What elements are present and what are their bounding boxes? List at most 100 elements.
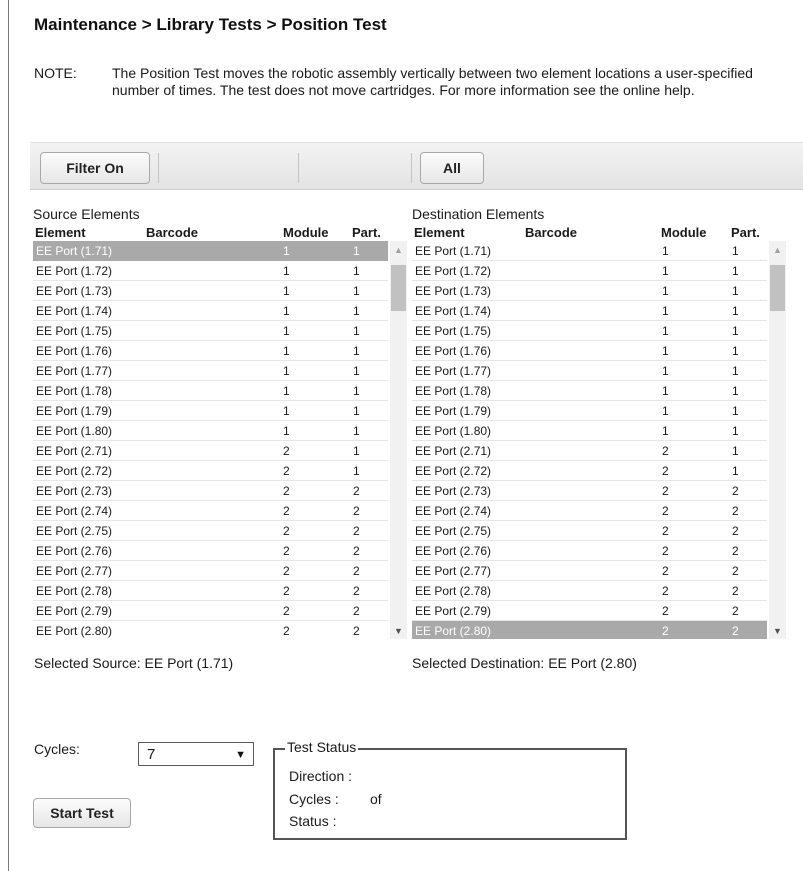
module-cell: 1: [662, 244, 669, 258]
element-cell: EE Port (2.78): [36, 584, 113, 598]
scroll-up-icon[interactable]: ▲: [769, 241, 786, 258]
table-row[interactable]: EE Port (1.75) 1 1: [412, 321, 767, 341]
part-cell: 1: [732, 384, 739, 398]
filter-on-button[interactable]: Filter On: [40, 152, 150, 184]
element-cell: EE Port (2.71): [36, 444, 113, 458]
table-row[interactable]: EE Port (2.71) 2 1: [33, 441, 388, 461]
scroll-down-icon[interactable]: ▼: [769, 622, 786, 639]
table-row[interactable]: EE Port (1.72) 1 1: [412, 261, 767, 281]
scroll-down-icon[interactable]: ▼: [390, 622, 407, 639]
table-row[interactable]: EE Port (2.77) 2 2: [33, 561, 388, 581]
table-row[interactable]: EE Port (1.78) 1 1: [33, 381, 388, 401]
module-cell: 1: [662, 424, 669, 438]
start-test-button[interactable]: Start Test: [33, 798, 131, 828]
module-cell: 2: [283, 464, 290, 478]
module-cell: 2: [662, 604, 669, 618]
table-row[interactable]: EE Port (2.72) 2 1: [33, 461, 388, 481]
table-row[interactable]: EE Port (1.71) 1 1: [412, 241, 767, 261]
table-row[interactable]: EE Port (1.78) 1 1: [412, 381, 767, 401]
element-cell: EE Port (2.77): [36, 564, 113, 578]
module-cell: 2: [283, 604, 290, 618]
module-cell: 2: [662, 504, 669, 518]
module-cell: 2: [662, 624, 669, 638]
source-scrollbar[interactable]: ▲ ▼: [390, 241, 407, 639]
table-row[interactable]: EE Port (2.76) 2 2: [412, 541, 767, 561]
table-row[interactable]: EE Port (1.76) 1 1: [33, 341, 388, 361]
table-row[interactable]: EE Port (2.74) 2 2: [33, 501, 388, 521]
source-col-barcode[interactable]: Barcode: [146, 225, 198, 240]
part-cell: 2: [353, 524, 360, 538]
part-cell: 2: [732, 544, 739, 558]
destination-col-barcode[interactable]: Barcode: [525, 225, 577, 240]
direction-label: Direction :: [289, 768, 353, 784]
module-cell: 2: [662, 444, 669, 458]
status-cycles-label: Cycles :: [289, 791, 339, 807]
table-row[interactable]: EE Port (1.79) 1 1: [412, 401, 767, 421]
table-row[interactable]: EE Port (1.75) 1 1: [33, 321, 388, 341]
table-row[interactable]: EE Port (2.78) 2 2: [33, 581, 388, 601]
element-cell: EE Port (1.74): [415, 304, 492, 318]
table-row[interactable]: EE Port (2.79) 2 2: [33, 601, 388, 621]
source-elements-list[interactable]: EE Port (1.71) 1 1 EE Port (1.72) 1 1 EE Port …: [33, 241, 407, 639]
table-row[interactable]: EE Port (2.73) 2 2: [412, 481, 767, 501]
table-row[interactable]: EE Port (2.75) 2 2: [33, 521, 388, 541]
part-cell: 1: [732, 304, 739, 318]
table-row[interactable]: EE Port (1.71) 1 1: [33, 241, 388, 261]
destination-col-module[interactable]: Module: [661, 225, 707, 240]
table-row[interactable]: EE Port (2.72) 2 1: [412, 461, 767, 481]
table-row[interactable]: EE Port (1.77) 1 1: [412, 361, 767, 381]
table-row[interactable]: EE Port (2.75) 2 2: [412, 521, 767, 541]
destination-col-part[interactable]: Part.: [731, 225, 760, 240]
table-row[interactable]: EE Port (1.73) 1 1: [412, 281, 767, 301]
part-cell: 2: [732, 504, 739, 518]
all-button[interactable]: All: [420, 152, 484, 184]
scroll-thumb[interactable]: [770, 265, 785, 311]
table-row[interactable]: EE Port (1.80) 1 1: [33, 421, 388, 441]
table-row[interactable]: EE Port (1.74) 1 1: [33, 301, 388, 321]
table-row[interactable]: EE Port (1.73) 1 1: [33, 281, 388, 301]
element-cell: EE Port (1.72): [415, 264, 492, 278]
element-cell: EE Port (2.71): [415, 444, 492, 458]
source-col-element[interactable]: Element: [35, 225, 86, 240]
table-row[interactable]: EE Port (2.73) 2 2: [33, 481, 388, 501]
table-row[interactable]: EE Port (1.74) 1 1: [412, 301, 767, 321]
table-row[interactable]: EE Port (1.77) 1 1: [33, 361, 388, 381]
toolbar-separator: [298, 153, 299, 183]
element-cell: EE Port (2.74): [415, 504, 492, 518]
source-col-part[interactable]: Part.: [352, 225, 381, 240]
element-cell: EE Port (2.79): [415, 604, 492, 618]
scroll-up-icon[interactable]: ▲: [390, 241, 407, 258]
element-cell: EE Port (2.80): [415, 624, 492, 638]
part-cell: 1: [353, 304, 360, 318]
table-row[interactable]: EE Port (1.80) 1 1: [412, 421, 767, 441]
table-row[interactable]: EE Port (1.72) 1 1: [33, 261, 388, 281]
table-row[interactable]: EE Port (1.76) 1 1: [412, 341, 767, 361]
table-row[interactable]: EE Port (2.80) 2 2: [33, 621, 388, 639]
source-elements-title: Source Elements: [33, 206, 140, 222]
table-row[interactable]: EE Port (2.74) 2 2: [412, 501, 767, 521]
part-cell: 2: [353, 504, 360, 518]
destination-scrollbar[interactable]: ▲ ▼: [769, 241, 786, 639]
test-status-legend: Test Status: [285, 739, 359, 755]
scroll-thumb[interactable]: [391, 265, 406, 311]
table-row[interactable]: EE Port (2.79) 2 2: [412, 601, 767, 621]
table-row[interactable]: EE Port (2.80) 2 2: [412, 621, 767, 639]
table-row[interactable]: EE Port (2.78) 2 2: [412, 581, 767, 601]
part-cell: 1: [353, 244, 360, 258]
module-cell: 1: [662, 364, 669, 378]
destination-rows: EE Port (1.71) 1 1 EE Port (1.72) 1 1 EE Port …: [412, 241, 767, 639]
source-col-module[interactable]: Module: [283, 225, 329, 240]
table-row[interactable]: EE Port (2.77) 2 2: [412, 561, 767, 581]
destination-elements-list[interactable]: EE Port (1.71) 1 1 EE Port (1.72) 1 1 EE Port …: [412, 241, 786, 639]
part-cell: 2: [732, 484, 739, 498]
part-cell: 1: [353, 464, 360, 478]
module-cell: 1: [283, 344, 290, 358]
table-row[interactable]: EE Port (2.71) 2 1: [412, 441, 767, 461]
table-row[interactable]: EE Port (1.79) 1 1: [33, 401, 388, 421]
element-cell: EE Port (1.79): [415, 404, 492, 418]
cycles-label: Cycles:: [34, 741, 80, 757]
cycles-select[interactable]: 7 ▼: [138, 742, 254, 766]
table-row[interactable]: EE Port (2.76) 2 2: [33, 541, 388, 561]
part-cell: 1: [353, 424, 360, 438]
destination-col-element[interactable]: Element: [414, 225, 465, 240]
